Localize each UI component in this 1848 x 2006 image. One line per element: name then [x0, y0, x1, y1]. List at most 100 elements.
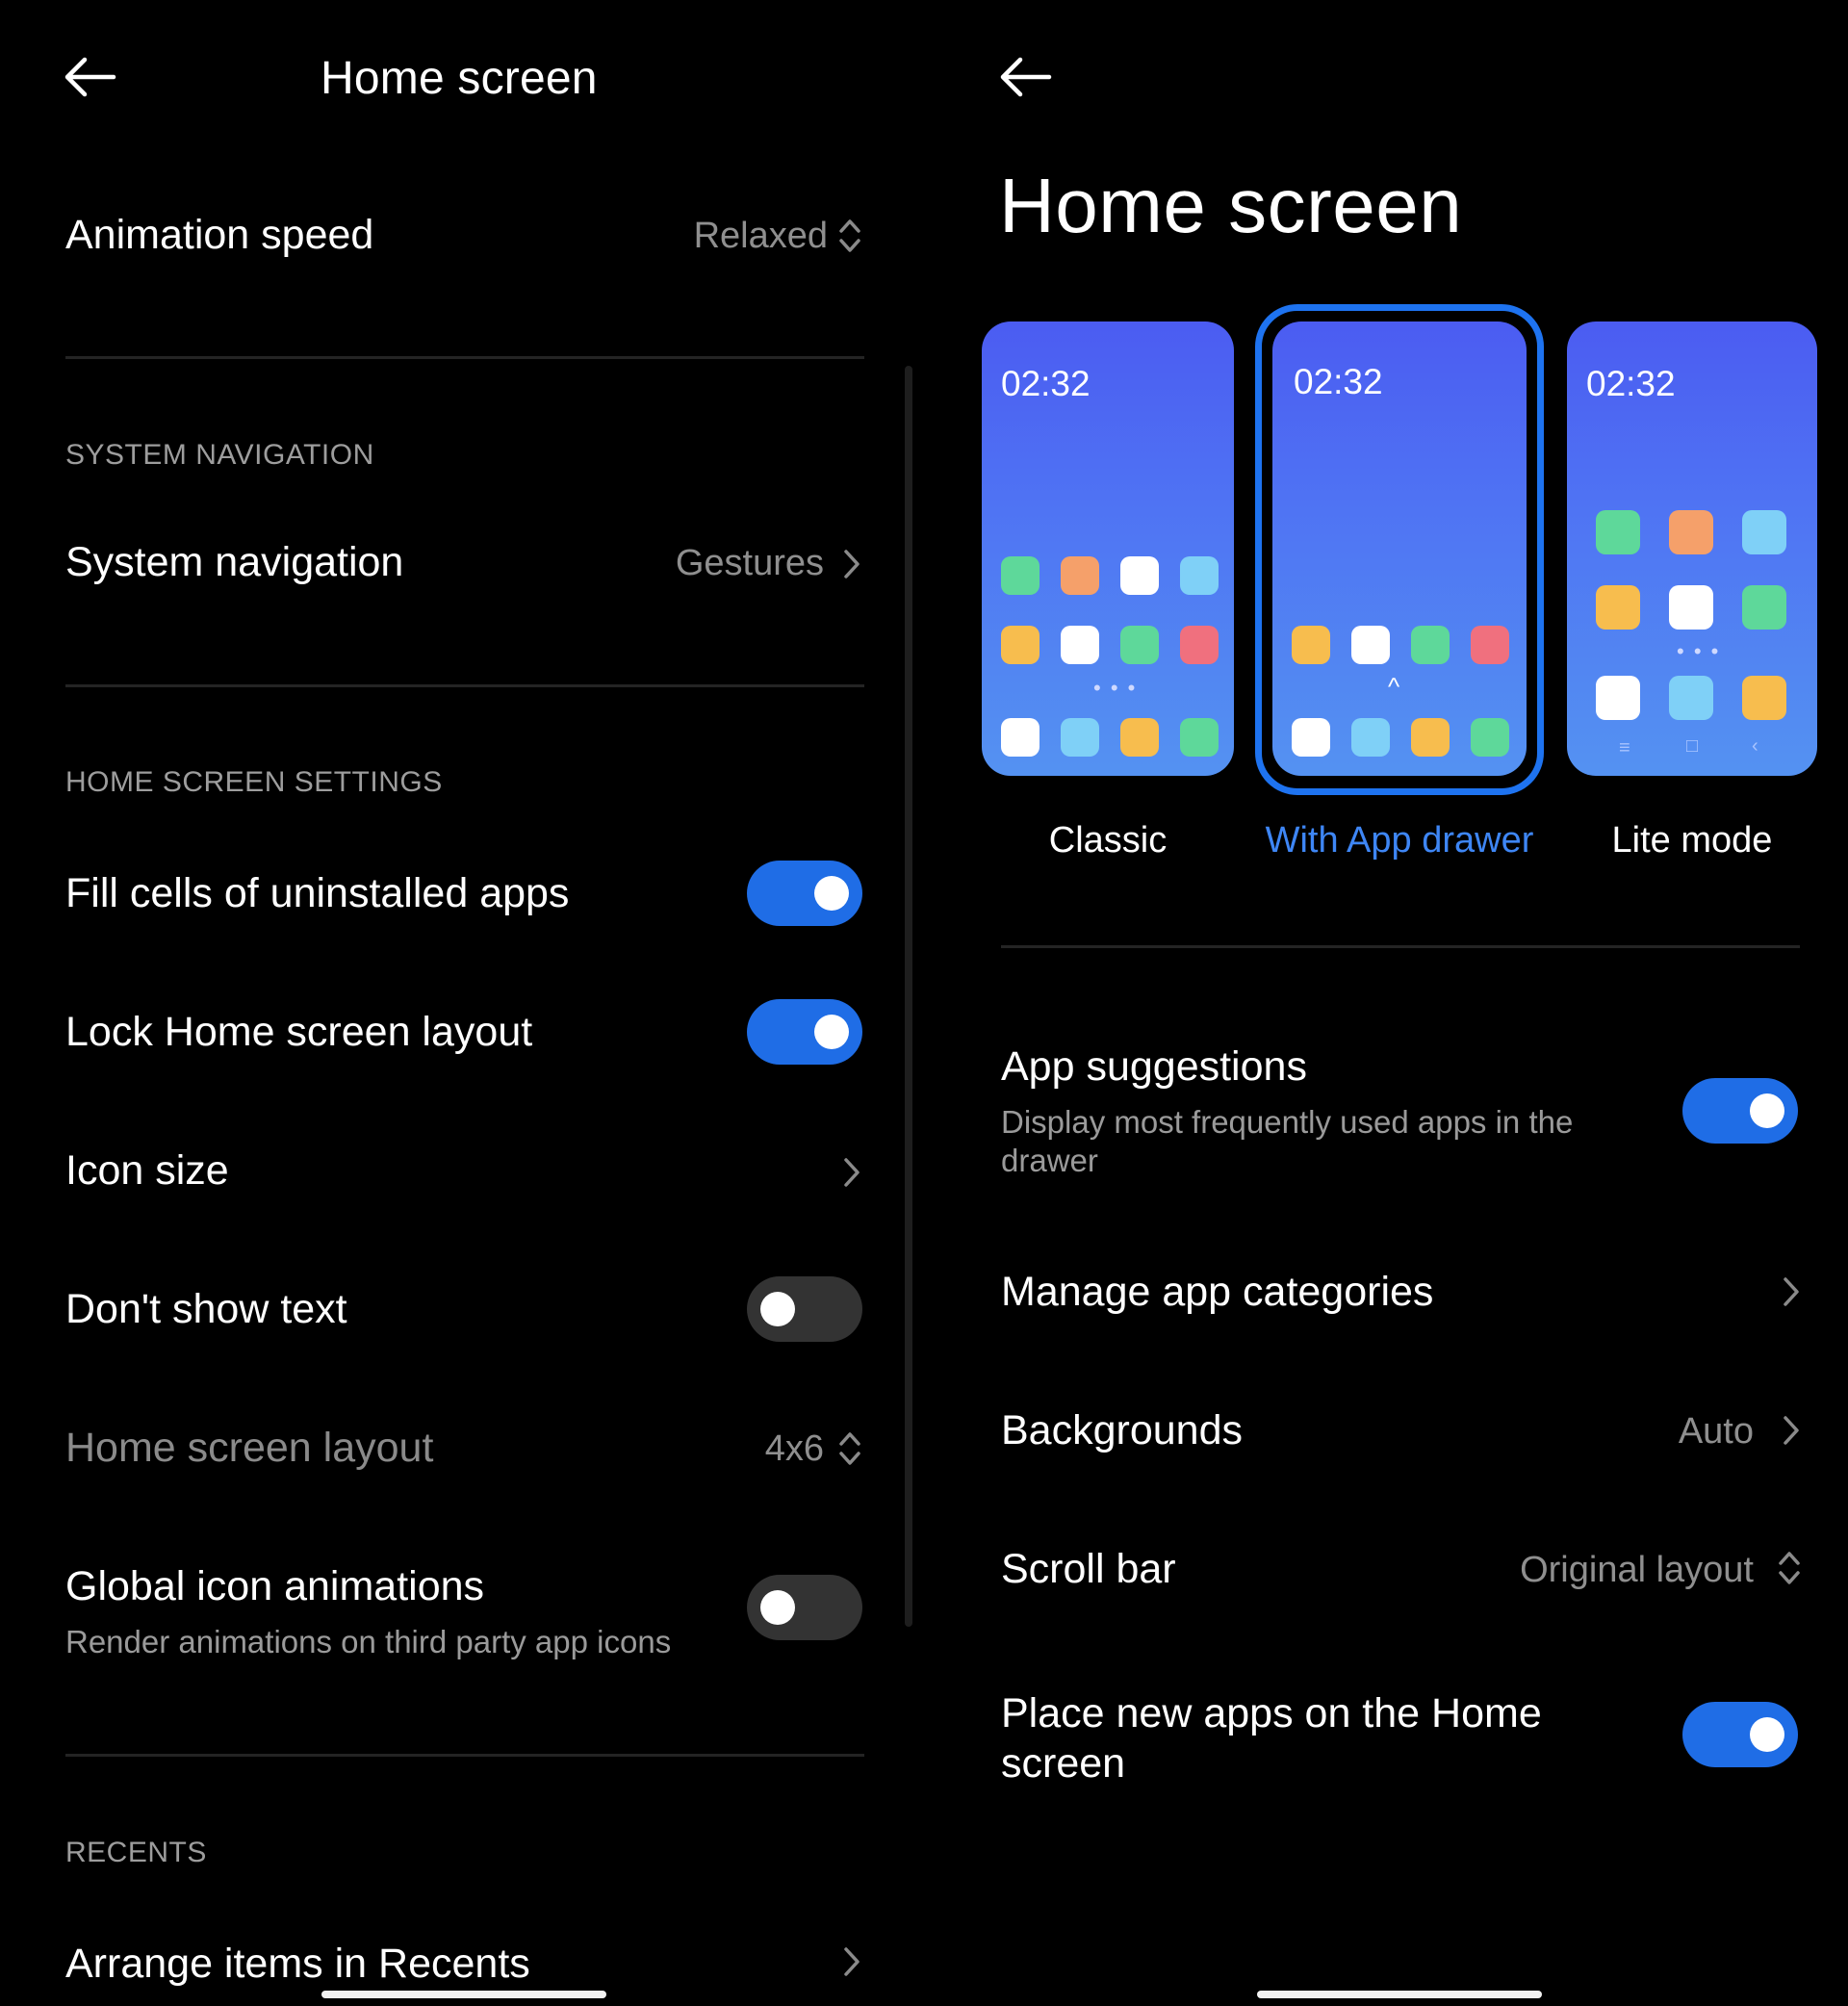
updown-chevron-icon — [1777, 1548, 1802, 1588]
page-indicator-icon: • • • — [1677, 639, 1721, 663]
backgrounds-row[interactable]: Backgrounds Auto — [936, 1384, 1848, 1480]
chevron-right-icon — [1781, 1274, 1802, 1309]
backgrounds-value: Auto — [1678, 1411, 1754, 1452]
app-suggestions-label: App suggestions — [1001, 1043, 1307, 1090]
app-icon — [1292, 626, 1330, 664]
app-icon — [1001, 718, 1040, 757]
updown-chevron-icon — [837, 216, 862, 256]
layout-preview-app-drawer[interactable]: 02:32 ^ — [1272, 321, 1527, 776]
app-icon — [1120, 626, 1159, 664]
dont-show-text-row[interactable]: Don't show text — [0, 1263, 922, 1359]
toggle-knob — [814, 1015, 849, 1049]
app-icon — [1596, 585, 1640, 630]
section-header-system-navigation: SYSTEM NAVIGATION — [65, 439, 374, 471]
scroll-bar-row[interactable]: Scroll bar Original layout — [936, 1523, 1848, 1619]
fill-cells-toggle[interactable] — [747, 861, 862, 926]
animation-speed-value: Relaxed — [693, 216, 828, 256]
lock-layout-row[interactable]: Lock Home screen layout — [0, 986, 922, 1082]
app-icon — [1742, 510, 1786, 554]
home-screen-layout-label: Home screen layout — [65, 1425, 434, 1471]
layout-label-classic[interactable]: Classic — [982, 820, 1234, 862]
home-screen-layout-value: 4x6 — [764, 1428, 824, 1469]
divider — [65, 356, 864, 359]
app-icon — [1411, 718, 1450, 757]
app-icon — [1180, 626, 1219, 664]
preview-clock: 02:32 — [1294, 362, 1383, 401]
animation-speed-row[interactable]: Animation speed Relaxed — [0, 193, 922, 289]
app-icon — [1001, 626, 1040, 664]
page-title: Home screen — [321, 53, 598, 104]
app-icon — [1180, 556, 1219, 595]
app-icon — [1596, 510, 1640, 554]
layout-preview-classic[interactable]: 02:32 • • • — [982, 321, 1234, 776]
system-navigation-row[interactable]: System navigation Gestures — [0, 520, 922, 616]
divider — [65, 1754, 864, 1757]
home-indicator[interactable] — [321, 1991, 606, 1998]
global-icon-animations-row[interactable]: Global icon animations Render animations… — [0, 1540, 922, 1685]
chevron-right-icon — [841, 547, 862, 581]
app-icon — [1001, 556, 1040, 595]
place-new-apps-label: Place new apps on the Home screen — [1001, 1690, 1542, 1787]
app-icon — [1351, 626, 1390, 664]
fill-cells-label: Fill cells of uninstalled apps — [65, 870, 570, 916]
place-new-apps-toggle[interactable] — [1682, 1702, 1798, 1767]
system-navigation-label: System navigation — [65, 539, 404, 585]
app-icon — [1471, 718, 1509, 757]
place-new-apps-row[interactable]: Place new apps on the Home screen — [936, 1671, 1848, 1815]
menu-icon: ≡ — [1619, 737, 1630, 759]
app-suggestions-toggle[interactable] — [1682, 1078, 1798, 1144]
fill-cells-row[interactable]: Fill cells of uninstalled apps — [0, 847, 922, 943]
app-suggestions-subtitle: Display most frequently used apps in the… — [1001, 1104, 1574, 1178]
app-icon — [1180, 718, 1219, 757]
left-screen: Home screen Animation speed Relaxed SYST… — [0, 0, 922, 2006]
caret-up-icon: ^ — [1388, 672, 1400, 701]
home-icon: □ — [1686, 735, 1699, 757]
layout-label-app-drawer[interactable]: With App drawer — [1244, 820, 1555, 862]
global-icon-animations-subtitle: Render animations on third party app ico… — [65, 1624, 672, 1659]
back-arrow-icon[interactable] — [999, 56, 1053, 98]
app-icon — [1120, 718, 1159, 757]
scroll-bar-label: Scroll bar — [1001, 1546, 1176, 1592]
back-arrow-icon[interactable] — [64, 56, 117, 98]
toggle-knob — [1750, 1093, 1784, 1128]
app-icon — [1351, 718, 1390, 757]
app-icon — [1742, 676, 1786, 720]
backgrounds-label: Backgrounds — [1001, 1407, 1243, 1453]
icon-size-row[interactable]: Icon size — [0, 1124, 922, 1221]
preview-clock: 02:32 — [1001, 364, 1091, 403]
section-header-recents: RECENTS — [65, 1837, 207, 1868]
toggle-knob — [814, 876, 849, 911]
page-indicator-icon: • • • — [1093, 676, 1138, 700]
dont-show-text-label: Don't show text — [65, 1286, 347, 1332]
scrollbar[interactable] — [905, 366, 912, 1627]
app-suggestions-row[interactable]: App suggestions Display most frequently … — [936, 1028, 1848, 1201]
app-icon — [1120, 556, 1159, 595]
global-icon-animations-toggle[interactable] — [747, 1575, 862, 1640]
app-icon — [1061, 718, 1099, 757]
lock-layout-toggle[interactable] — [747, 999, 862, 1065]
app-icon — [1669, 585, 1713, 630]
manage-categories-row[interactable]: Manage app categories — [936, 1246, 1848, 1342]
updown-chevron-icon — [837, 1428, 862, 1469]
divider — [1001, 945, 1800, 948]
app-icon — [1061, 556, 1099, 595]
layout-label-lite-mode[interactable]: Lite mode — [1567, 820, 1817, 862]
global-icon-animations-label: Global icon animations — [65, 1563, 485, 1609]
home-indicator[interactable] — [1257, 1991, 1542, 1998]
right-screen: Home screen 02:32 • • • 02:32 ^ 02:32 • … — [936, 0, 1848, 2006]
icon-size-label: Icon size — [65, 1147, 229, 1194]
chevron-right-icon — [841, 1944, 862, 1979]
layout-preview-lite-mode[interactable]: 02:32 • • • ≡ □ ‹ — [1567, 321, 1817, 776]
scroll-bar-value: Original layout — [1520, 1550, 1754, 1590]
chevron-right-icon — [1781, 1413, 1802, 1448]
dont-show-text-toggle[interactable] — [747, 1276, 862, 1342]
app-icon — [1596, 676, 1640, 720]
page-title: Home screen — [999, 163, 1463, 248]
toggle-knob — [760, 1590, 795, 1625]
system-navigation-value: Gestures — [675, 543, 824, 583]
app-icon — [1669, 676, 1713, 720]
animation-speed-label: Animation speed — [65, 212, 374, 258]
back-icon: ‹ — [1752, 735, 1758, 757]
app-icon — [1292, 718, 1330, 757]
section-header-home-screen-settings: HOME SCREEN SETTINGS — [65, 766, 443, 798]
